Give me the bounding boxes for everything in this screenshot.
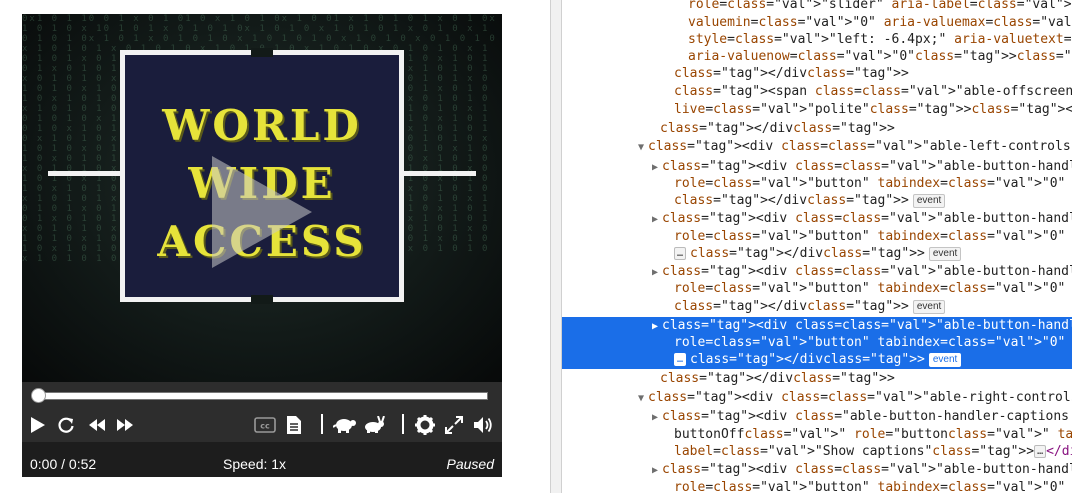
collapse-arrow-icon[interactable]: ▼ (638, 139, 648, 157)
dom-tree-line[interactable]: valuemin=class="val">"0" aria-valuemax=c… (562, 14, 1072, 32)
dom-tree-line[interactable]: ▶ class="tag"><div class=class="val">"abl… (562, 461, 1072, 479)
expand-icon (445, 416, 463, 434)
video-timeline-thumb[interactable] (31, 388, 46, 403)
dom-tree-line[interactable]: role=class="val">"button" tabindex=class… (562, 479, 1072, 493)
dom-tree-line[interactable]: class="tag"></divclass="tag">> (562, 65, 1072, 83)
svg-text:cc: cc (260, 422, 270, 431)
collapsed-content-icon[interactable]: … (674, 353, 687, 366)
expand-arrow-icon[interactable]: ▶ (652, 409, 662, 427)
able-player: 0x1 0 1 10 0 1 x 0 1 01 0 x 1 0 1 0x 1 0… (22, 14, 502, 477)
devtools-elements-panel: role=class="val">"slider" aria-label=cla… (562, 0, 1072, 493)
dom-tree-line[interactable]: role=class="val">"button" tabindex=class… (562, 280, 1072, 298)
big-play-icon[interactable] (212, 156, 312, 268)
video-player-pane: 0x1 0 1 10 0 1 x 0 1 01 0 x 1 0 1 0x 1 0… (0, 0, 550, 493)
play-icon (31, 417, 45, 433)
dom-tree-line[interactable]: class="tag"></divclass="tag">> (562, 370, 1072, 388)
control-separator (321, 414, 323, 434)
event-listener-badge[interactable]: event (928, 246, 962, 261)
dom-tree-line[interactable]: ▼ class="tag"><div class=class="val">"abl… (562, 138, 1072, 156)
dom-tree-line[interactable]: … class="tag"></divclass="tag">> event (562, 351, 1072, 369)
dom-tree-line[interactable]: class="tag"></divclass="tag">> event (562, 192, 1072, 210)
expand-arrow-icon[interactable]: ▶ (652, 211, 662, 229)
rewind-icon (89, 419, 105, 431)
forward-icon (117, 419, 133, 431)
transcript-icon (287, 416, 301, 434)
dom-tree-line[interactable]: role=class="val">"button" tabindex=class… (562, 334, 1072, 352)
logo-line-left (48, 171, 124, 176)
collapsed-content-icon[interactable]: … (674, 247, 687, 260)
video-frame[interactable]: 0x1 0 1 10 0 1 x 0 1 01 0 x 1 0 1 0x 1 0… (22, 14, 502, 382)
pane-splitter[interactable] (550, 0, 562, 493)
fullscreen-button[interactable] (442, 413, 466, 437)
expand-arrow-icon[interactable]: ▶ (652, 462, 662, 480)
dom-tree-line[interactable]: label=class="val">"Show captions"class="… (562, 443, 1072, 461)
slower-button[interactable] (332, 413, 358, 437)
video-timeline-track[interactable] (36, 392, 488, 400)
rabbit-icon (365, 416, 385, 433)
preferences-button[interactable] (413, 413, 437, 437)
playback-state: Paused (446, 456, 494, 472)
status-bar: 0:00 / 0:52 Speed: 1x Paused (22, 442, 502, 477)
dom-tree-line[interactable]: role=class="val">"button" tabindex=class… (562, 175, 1072, 193)
control-separator (402, 414, 404, 434)
dom-tree-line[interactable]: ▶ class="tag"><div class=class="val">"abl… (562, 158, 1072, 176)
dom-tree-line[interactable]: ▼ class="tag"><div class=class="val">"abl… (562, 389, 1072, 407)
rewind-button[interactable] (85, 413, 109, 437)
dom-tree-line[interactable]: aria-valuenow=class="val">"0"class="tag"… (562, 48, 1072, 66)
dom-tree-line[interactable]: ▶ class="tag"><div class=class="val">"abl… (562, 263, 1072, 281)
seekbar-row (22, 382, 502, 408)
event-listener-badge[interactable]: event (912, 193, 946, 208)
dom-tree-line[interactable]: role=class="val">"button" tabindex=class… (562, 228, 1072, 246)
dom-tree-line[interactable]: live=class="val">"polite"class="tag">>cl… (562, 101, 1072, 119)
collapse-arrow-icon[interactable]: ▼ (638, 390, 648, 408)
expand-arrow-icon[interactable]: ▶ (652, 264, 662, 282)
event-listener-badge[interactable]: event (928, 352, 962, 367)
dom-tree-line[interactable]: ▶ class="tag"><div class=class="val">"abl… (562, 210, 1072, 228)
faster-button[interactable] (362, 413, 388, 437)
dom-tree-line[interactable]: buttonOffclass="val">" role="buttonclass… (562, 426, 1072, 444)
dom-tree-line[interactable]: ▶ class="tag"><div class="able-button-han… (562, 408, 1072, 426)
event-listener-badge[interactable]: event (912, 299, 946, 314)
dom-tree-line[interactable]: style=class="val">"left: -6.4px;" aria-v… (562, 31, 1072, 49)
restart-button[interactable] (54, 413, 78, 437)
logo-line-right (400, 171, 476, 176)
dom-tree-line[interactable]: role=class="val">"slider" aria-label=cla… (562, 0, 1072, 14)
expand-arrow-icon[interactable]: ▶ (652, 318, 662, 336)
turtle-icon (333, 419, 356, 433)
captions-button[interactable]: cc (252, 413, 278, 437)
dom-tree-line[interactable]: … class="tag"></divclass="tag">> event (562, 245, 1072, 263)
play-button[interactable] (26, 413, 50, 437)
control-bar: cc (22, 408, 502, 442)
expand-arrow-icon[interactable]: ▶ (652, 159, 662, 177)
volume-button[interactable] (471, 413, 495, 437)
gear-icon (415, 415, 435, 435)
closed-captions-icon: cc (254, 417, 276, 433)
forward-button[interactable] (113, 413, 137, 437)
volume-icon (474, 417, 492, 433)
elapsed-duration: 0:00 / 0:52 (30, 456, 97, 472)
logo-word-1: WORLD (162, 101, 362, 150)
dom-tree-line[interactable]: class="tag"></divclass="tag">> event (562, 298, 1072, 316)
dom-tree-line[interactable]: class="tag"><span class=class="val">"abl… (562, 83, 1072, 101)
dom-tree-line[interactable]: ▶ class="tag"><div class=class="val">"abl… (562, 317, 1072, 335)
restart-icon (58, 417, 74, 433)
collapsed-content-icon[interactable]: … (1034, 445, 1047, 458)
speed-indicator: Speed: 1x (223, 456, 287, 472)
transcript-button[interactable] (282, 413, 306, 437)
dom-tree-line[interactable]: class="tag"></divclass="tag">> (562, 120, 1072, 138)
